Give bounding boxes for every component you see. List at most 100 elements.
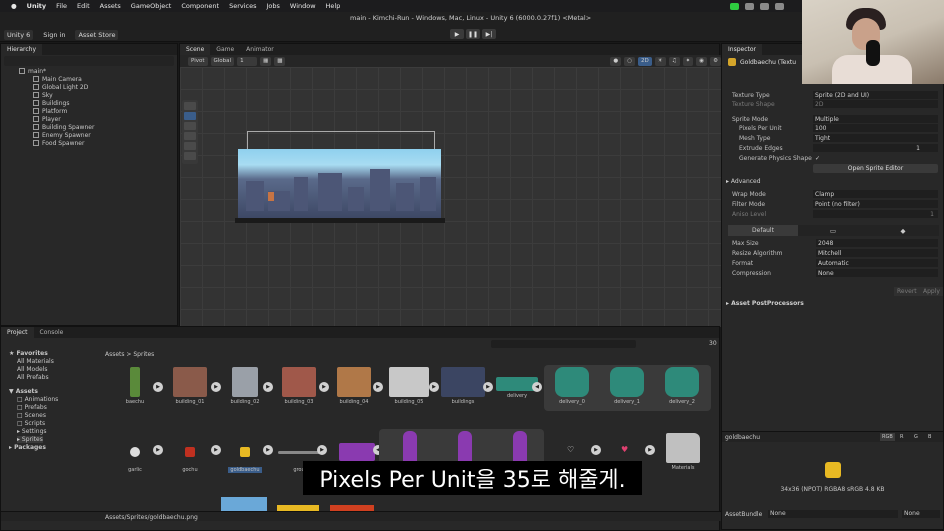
expand-sprite-icon[interactable]: ▶	[153, 445, 163, 455]
fav-all-prefabs[interactable]: All Prefabs	[17, 374, 49, 381]
sprite-thumbnail-partial[interactable]	[221, 497, 267, 511]
expand-sprite-icon[interactable]: ▶	[211, 445, 221, 455]
hierarchy-search-input[interactable]	[4, 56, 174, 66]
compression-dropdown[interactable]: None	[816, 269, 938, 277]
r-channel-toggle[interactable]: R	[900, 434, 903, 440]
tab-project[interactable]: Project	[1, 327, 34, 338]
hierarchy-item[interactable]: Buildings	[33, 99, 177, 107]
pause-button[interactable]: ❚❚	[466, 29, 480, 39]
visibility-icon[interactable]: ◉	[696, 56, 708, 66]
hierarchy-item[interactable]: Platform	[33, 107, 177, 115]
sprite-mode-dropdown[interactable]: Multiple	[813, 115, 938, 123]
aniso-level-slider[interactable]: 1	[813, 210, 938, 218]
battery-icon[interactable]	[760, 2, 769, 10]
menu-jobs[interactable]: Jobs	[262, 2, 285, 10]
scene-root[interactable]: main*	[19, 67, 177, 75]
platform-tab-desktop[interactable]: ▭	[798, 225, 868, 236]
hierarchy-item[interactable]: Enemy Spawner	[33, 131, 177, 139]
menu-window[interactable]: Window	[285, 2, 321, 10]
sprite-frame-thumbnail[interactable]	[513, 431, 527, 465]
scene-viewport[interactable]	[180, 67, 721, 347]
favorites-folder[interactable]: ★ Favorites	[9, 350, 48, 357]
g-channel-toggle[interactable]: G	[914, 434, 918, 440]
hierarchy-item[interactable]: Sky	[33, 91, 177, 99]
audio-icon[interactable]: ♫	[668, 56, 680, 66]
asset-item-selected[interactable]: goldbaechu	[221, 437, 269, 473]
scale-tool-icon[interactable]	[184, 132, 196, 140]
transform-tool-icon[interactable]	[184, 152, 196, 160]
assetbundle-variant-dropdown[interactable]: None	[902, 510, 940, 518]
asset-item[interactable]: building_05	[385, 367, 433, 405]
expand-sprite-icon[interactable]: ▶	[429, 382, 439, 392]
menu-file[interactable]: File	[51, 2, 72, 10]
assets-folder[interactable]: ▼ Assets	[9, 388, 38, 395]
open-sprite-editor-button[interactable]: Open Sprite Editor	[813, 164, 938, 173]
pixels-per-unit-field[interactable]: 100	[813, 124, 938, 132]
asset-item[interactable]: building_01	[166, 367, 214, 405]
player-sprite[interactable]	[268, 192, 274, 201]
apple-icon[interactable]: ●	[6, 2, 22, 10]
expand-sprite-icon[interactable]: ▶	[483, 382, 493, 392]
tab-animator[interactable]: Animator	[240, 44, 280, 55]
texture-shape-dropdown[interactable]: 2D	[813, 100, 938, 108]
shading-icon[interactable]: ●	[610, 56, 622, 66]
revert-button[interactable]: Revert	[894, 287, 920, 296]
step-button[interactable]: ▶|	[482, 29, 496, 39]
tab-console[interactable]: Console	[34, 327, 70, 338]
control-center-icon[interactable]	[775, 2, 784, 10]
sprite-frame-thumbnail[interactable]	[458, 431, 472, 465]
tab-game[interactable]: Game	[210, 44, 240, 55]
hierarchy-item[interactable]: Building Spawner	[33, 123, 177, 131]
tab-hierarchy[interactable]: Hierarchy	[1, 44, 43, 55]
lighting-icon[interactable]: ☀	[654, 56, 666, 66]
asset-item[interactable]: delivery_1	[603, 367, 651, 405]
folder-materials[interactable]: Materials	[659, 433, 707, 471]
folder-settings[interactable]: ▸ Settings	[17, 428, 47, 435]
platform-tab-web[interactable]: ◆	[868, 225, 938, 236]
level-sprite-background[interactable]	[238, 149, 441, 221]
fav-all-models[interactable]: All Models	[17, 366, 48, 373]
folder-prefabs[interactable]: □ Prefabs	[17, 404, 47, 411]
asset-item[interactable]: building_03	[275, 367, 323, 405]
expand-sprite-icon[interactable]: ▶	[153, 382, 163, 392]
effects-icon[interactable]: ✦	[682, 56, 694, 66]
project-search-input[interactable]	[491, 340, 636, 348]
asset-item[interactable]: baechu	[111, 367, 159, 405]
hierarchy-item[interactable]: Main Camera	[33, 75, 177, 83]
asset-item[interactable]: building_04	[330, 367, 378, 405]
rgb-toggle[interactable]: RGB	[880, 433, 895, 441]
collapse-sprite-icon[interactable]: ◀	[532, 382, 542, 392]
mesh-type-dropdown[interactable]: Tight	[813, 134, 938, 142]
menu-unity[interactable]: Unity	[22, 2, 51, 10]
facetime-icon[interactable]	[730, 2, 739, 10]
menu-help[interactable]: Help	[321, 2, 346, 10]
expand-sprite-icon[interactable]: ▶	[263, 445, 273, 455]
asset-item[interactable]: building_02	[221, 367, 269, 405]
sprite-frame-thumbnail[interactable]	[403, 431, 417, 465]
folder-scripts[interactable]: □ Scripts	[17, 420, 45, 427]
play-button[interactable]: ▶	[450, 29, 464, 39]
asset-item[interactable]: gochu	[166, 437, 214, 473]
pivot-dropdown[interactable]: Pivot	[188, 56, 208, 66]
assetbundle-dropdown[interactable]: None	[768, 510, 898, 518]
wrap-mode-dropdown[interactable]: Clamp	[813, 190, 938, 198]
asset-store-button[interactable]: Asset Store	[75, 30, 119, 40]
snap-settings-icon[interactable]: ▩	[274, 56, 286, 66]
gizmos-icon[interactable]: ⚙	[710, 56, 721, 66]
expand-sprite-icon[interactable]: ▶	[211, 382, 221, 392]
texture-type-dropdown[interactable]: Sprite (2D and UI)	[813, 91, 938, 99]
fav-all-materials[interactable]: All Materials	[17, 358, 54, 365]
menu-gameobject[interactable]: GameObject	[126, 2, 177, 10]
platform-sprite[interactable]	[235, 218, 445, 223]
folder-scenes[interactable]: □ Scenes	[17, 412, 46, 419]
physics-shape-checkbox[interactable]: ✓	[813, 154, 823, 162]
extrude-edges-slider[interactable]: 1	[813, 144, 938, 152]
menu-edit[interactable]: Edit	[72, 2, 95, 10]
advanced-foldout[interactable]: ▸ Advanced	[726, 178, 761, 185]
packages-folder[interactable]: ▸ Packages	[9, 444, 46, 451]
asset-item[interactable]: delivery_2	[658, 367, 706, 405]
project-breadcrumb[interactable]: Assets > Sprites	[105, 351, 154, 358]
menu-assets[interactable]: Assets	[95, 2, 126, 10]
move-tool-icon[interactable]	[184, 112, 196, 120]
filter-mode-dropdown[interactable]: Point (no filter)	[813, 200, 938, 208]
